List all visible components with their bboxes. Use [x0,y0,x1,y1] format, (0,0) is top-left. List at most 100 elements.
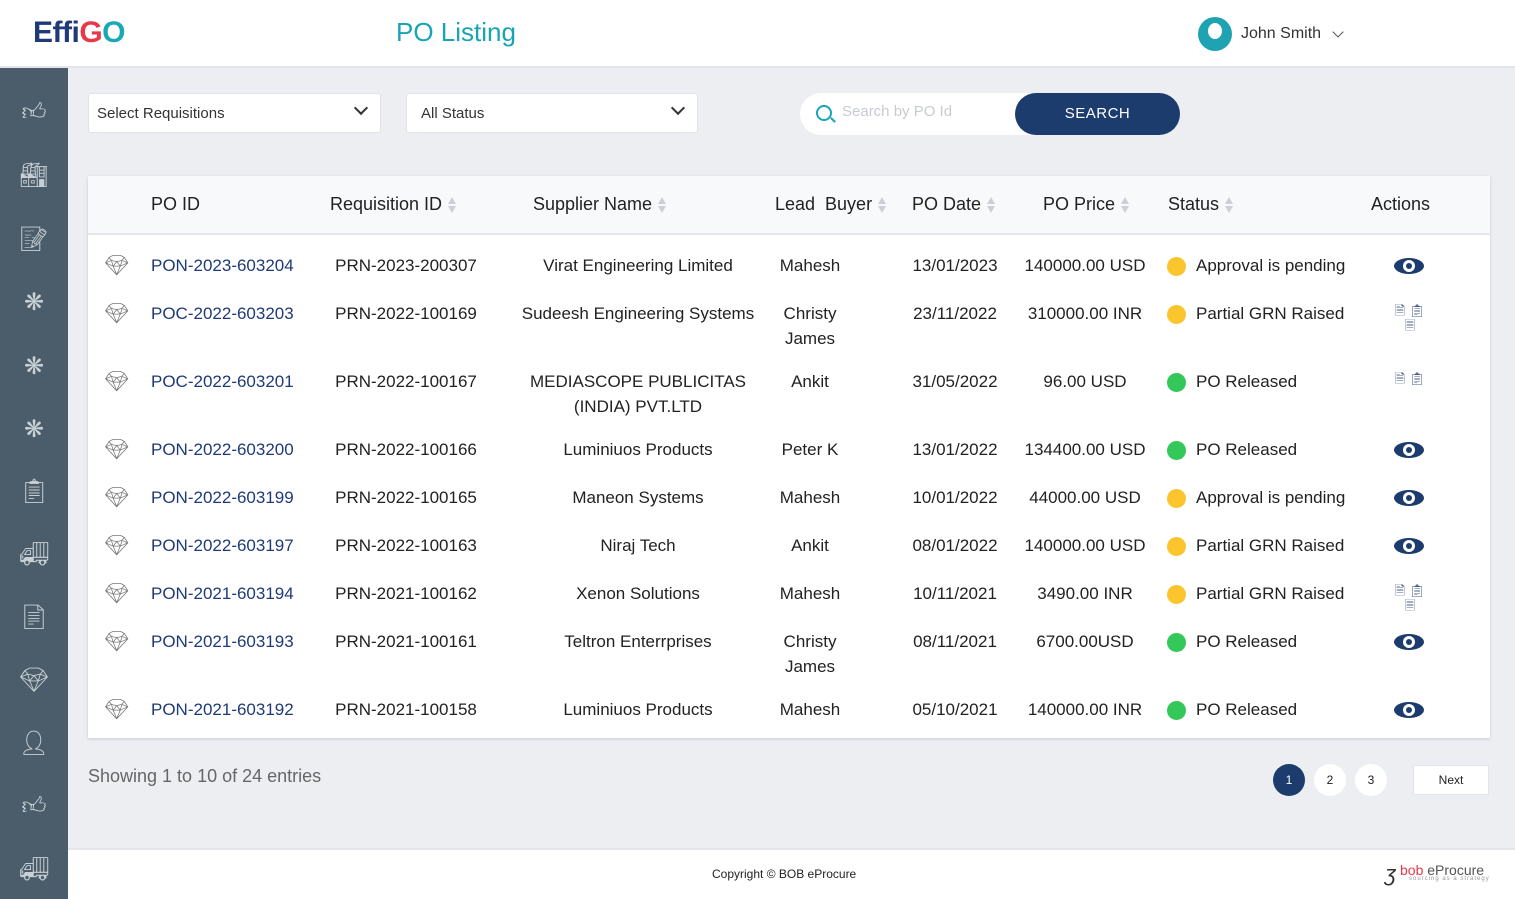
status-dot [1167,373,1186,392]
supplier-name: MEDIASCOPE PUBLICITAS (INDIA) PVT.LTD [529,372,746,416]
factory-icon[interactable]: 🏭︎ [14,158,54,194]
supplier-name: Virat Engineering Limited [543,256,733,275]
header-label: Lead Buyer [775,194,873,214]
gem-icon: 💎︎ [104,699,130,721]
table-row: 💎︎ PON-2022-603199 PRN-2022-100165 Maneo… [88,473,1490,521]
thumbs-up-icon[interactable]: 👍︎ [14,95,54,131]
po-id-link[interactable]: POC-2022-603203 [151,301,294,326]
supplier-name: Teltron Enterrprises [564,632,712,651]
status-dot [1167,701,1186,720]
table-row: 💎︎ PON-2023-603204 PRN-2023-200307 Virat… [88,241,1490,289]
po-id-link[interactable]: POC-2022-603201 [151,369,294,394]
po-price: 310000.00 INR [1027,304,1143,323]
network-icon[interactable]: ❋ [14,285,54,321]
table-row: 💎︎ PON-2021-603193 PRN-2021-100161 Teltr… [88,617,1490,685]
sort-icon[interactable] [1225,196,1234,214]
header-supplier-name[interactable]: Supplier Name [533,194,667,215]
truck-icon[interactable]: 🚚︎ [14,537,54,573]
clipboard-icon[interactable]: 📋︎ [1409,371,1426,386]
sort-icon[interactable] [658,196,667,214]
pdf-document-icon[interactable]: 🗎 [1395,371,1405,386]
status-text: Approval is pending [1196,488,1346,507]
footer: Copyright © BOB eProcure ʒ bob eProcure so… [68,848,1515,899]
search-button[interactable]: SEARCH [1015,93,1180,135]
header-status[interactable]: Status [1168,194,1234,215]
search-input[interactable] [842,103,1012,120]
status-dot [1167,441,1186,460]
table-row: 💎︎ PON-2022-603200 PRN-2022-100166 Lumin… [88,425,1490,473]
next-button[interactable]: Next [1413,765,1489,795]
lead-buyer: Peter K [781,440,839,459]
header-requisition-id[interactable]: Requisition ID [330,194,457,215]
header-po-price[interactable]: PO Price [1043,194,1130,215]
document-actions: 🗎 📋︎ 🗏 [1386,303,1434,333]
po-id-link[interactable]: PON-2023-603204 [151,253,294,278]
note-document-icon[interactable]: 🗏 [1405,598,1415,613]
po-date: 10/01/2022 [912,488,998,507]
search-icon [816,105,832,121]
requisition-id: PRN-2021-100161 [335,632,477,651]
clipboard-icon[interactable]: 📋︎ [1409,583,1426,598]
lead-buyer: Christy James [783,304,837,348]
view-eye-icon[interactable] [1394,536,1424,556]
status-dot [1167,633,1186,652]
page-1-button[interactable]: 1 [1273,764,1305,796]
chevron-down-icon [353,100,369,116]
gem-icon[interactable]: 💎︎ [14,663,54,699]
supplier-name: Luminiuos Products [563,700,713,719]
header-label: Supplier Name [533,194,653,214]
po-table: PO ID Requisition ID Supplier Name Lead … [88,176,1490,738]
header-actions: Actions [1371,194,1431,214]
view-eye-icon[interactable] [1394,632,1424,652]
po-id-link[interactable]: PON-2022-603199 [151,485,294,510]
supplier-name: Maneon Systems [572,488,704,507]
view-eye-icon[interactable] [1394,256,1424,276]
page-2-button[interactable]: 2 [1314,764,1346,796]
requisition-id: PRN-2022-100166 [335,440,477,459]
user-menu[interactable]: John Smith [1198,17,1344,51]
lead-buyer: Mahesh [779,584,841,603]
truck-icon[interactable]: 🚚︎ [14,852,54,888]
sort-icon[interactable] [987,196,996,214]
po-price: 140000.00 USD [1024,536,1146,555]
view-eye-icon[interactable] [1394,700,1424,720]
edit-document-icon[interactable]: 📝︎ [14,222,54,258]
po-id-link[interactable]: PON-2021-603194 [151,581,294,606]
network-icon[interactable]: ❋ [14,349,54,385]
clipboard-icon[interactable]: 📋︎ [1409,303,1426,318]
pdf-document-icon[interactable]: 🗎 [1395,303,1405,318]
po-id-link[interactable]: PON-2022-603200 [151,437,294,462]
note-document-icon[interactable]: 🗏 [1405,318,1415,333]
status-select[interactable]: All Status [406,93,698,133]
po-price: 140000.00 INR [1027,700,1143,719]
sort-icon[interactable] [1121,196,1130,214]
requisition-select[interactable]: Select Requisitions [88,93,381,133]
header-po-date[interactable]: PO Date [912,194,996,215]
pdf-document-icon[interactable]: 🗎 [1395,583,1405,598]
header-lead-buyer[interactable]: Lead Buyer [775,194,887,215]
checklist-icon[interactable]: 📋︎ [14,474,54,510]
status-dot [1167,489,1186,508]
sort-icon[interactable] [448,196,457,214]
page-3-button[interactable]: 3 [1355,764,1387,796]
supplier-name: Xenon Solutions [576,584,700,603]
bob-eprocure-logo: ʒ bob eProcure sourcing as a strategy [1385,861,1490,886]
network-icon[interactable]: ❋ [14,412,54,448]
thumbs-up-icon[interactable]: 👍︎ [14,789,54,825]
po-id-link[interactable]: PON-2022-603197 [151,533,294,558]
lead-buyer: Ankit [791,372,829,391]
table-row: 💎︎ POC-2022-603201 PRN-2022-100167 MEDIA… [88,357,1490,425]
po-id-link[interactable]: PON-2021-603192 [151,697,294,722]
invoice-icon[interactable]: 📄︎ [14,600,54,636]
lead-buyer: Mahesh [779,700,841,719]
user-name: John Smith [1241,25,1322,42]
gem-icon: 💎︎ [104,535,130,557]
header-po-id: PO ID [151,194,201,214]
effigo-logo[interactable]: EffiGO [33,16,126,50]
requisition-id: PRN-2021-100162 [335,584,477,603]
view-eye-icon[interactable] [1394,488,1424,508]
view-eye-icon[interactable] [1394,440,1424,460]
sort-icon[interactable] [878,196,887,214]
po-id-link[interactable]: PON-2021-603193 [151,629,294,654]
user-settings-icon[interactable]: 👤︎ [14,726,54,762]
